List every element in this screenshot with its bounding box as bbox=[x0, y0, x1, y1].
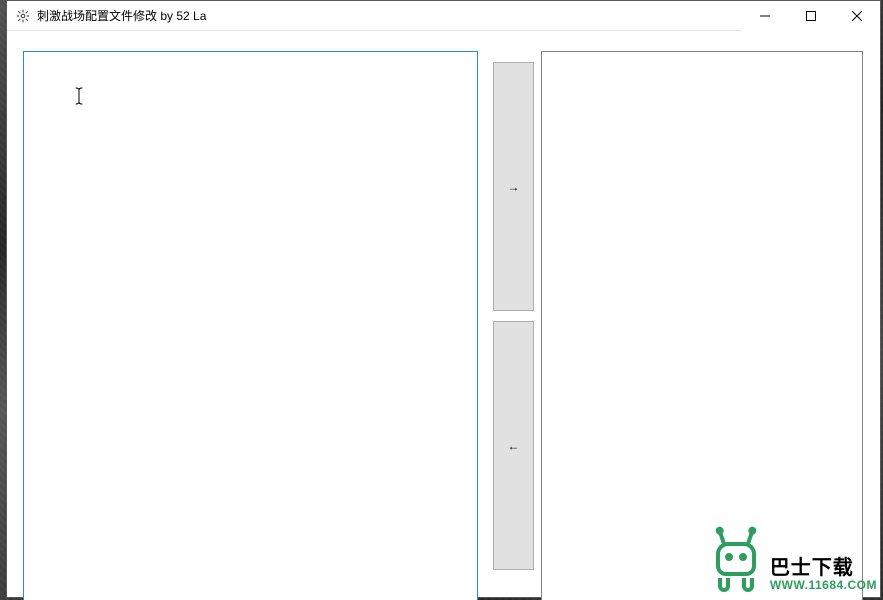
move-left-button[interactable]: ← bbox=[493, 321, 534, 570]
client-area: → ← bbox=[7, 31, 880, 597]
arrow-right-icon: → bbox=[508, 180, 520, 194]
window-controls bbox=[742, 1, 880, 31]
move-right-button[interactable]: → bbox=[493, 62, 534, 311]
maximize-button[interactable] bbox=[788, 1, 834, 31]
titlebar: 刺激战场配置文件修改 by 52 La bbox=[7, 1, 880, 31]
left-textarea[interactable] bbox=[23, 51, 478, 600]
minimize-button[interactable] bbox=[742, 1, 788, 31]
close-button[interactable] bbox=[834, 1, 880, 31]
app-icon bbox=[15, 8, 31, 24]
app-window: 刺激战场配置文件修改 by 52 La → ← bbox=[6, 0, 881, 598]
window-title: 刺激战场配置文件修改 by 52 La bbox=[37, 7, 206, 24]
right-textarea[interactable] bbox=[541, 51, 863, 600]
arrow-left-icon: ← bbox=[508, 439, 520, 453]
